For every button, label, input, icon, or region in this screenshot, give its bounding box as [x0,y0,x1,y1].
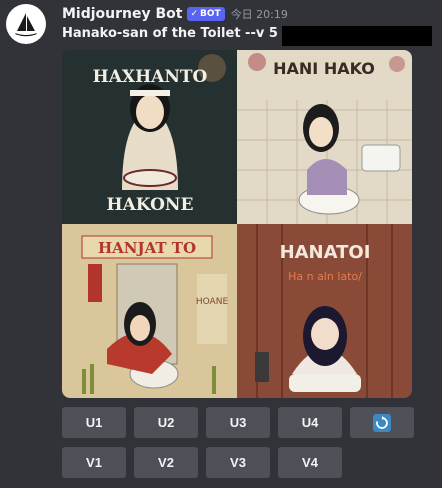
tile-3-side-text: HOANE [196,297,229,307]
author-name[interactable]: Midjourney Bot [62,6,182,22]
message-header: Midjourney Bot ✓ BOT 今日 20:19 [62,5,288,23]
image-grid[interactable]: HAXHANTO HAKONE HANI HAKO HANJAT TO HOAN… [62,50,412,398]
variation-2-button[interactable]: V2 [134,447,198,478]
image-tile-1[interactable]: HAXHANTO HAKONE [62,50,237,224]
image-tile-3[interactable]: HANJAT TO HOANE [62,224,237,398]
image-tile-2[interactable]: HANI HAKO [237,50,412,224]
tile-4-caption: HANATOI [280,242,371,263]
bot-badge-label: BOT [200,9,221,19]
upscale-1-button[interactable]: U1 [62,407,126,438]
bot-badge: ✓ BOT [187,7,225,21]
redaction-bar [282,26,432,46]
reroll-button[interactable] [350,407,414,438]
variation-1-button[interactable]: V1 [62,447,126,478]
reroll-icon [373,413,391,432]
midjourney-boat-icon [15,13,37,37]
variation-3-button[interactable]: V3 [206,447,270,478]
tile-4-subcaption: Ha n aln lato/ [288,270,362,283]
upscale-4-button[interactable]: U4 [278,407,342,438]
upscale-3-button[interactable]: U3 [206,407,270,438]
chat-message: Midjourney Bot ✓ BOT 今日 20:19 Hanako-san… [0,0,442,488]
tile-2-caption: HANI HAKO [273,59,375,78]
variation-4-button[interactable]: V4 [278,447,342,478]
tile-1-subcaption: HAKONE [107,195,194,215]
image-tile-4[interactable]: HANATOI Ha n aln lato/ [237,224,412,398]
bot-avatar[interactable] [6,4,46,44]
tile-1-caption: HAXHANTO [93,67,208,87]
tile-3-caption: HANJAT TO [98,239,196,257]
message-timestamp: 今日 20:19 [230,8,288,21]
verified-check-icon: ✓ [190,9,199,19]
upscale-2-button[interactable]: U2 [134,407,198,438]
